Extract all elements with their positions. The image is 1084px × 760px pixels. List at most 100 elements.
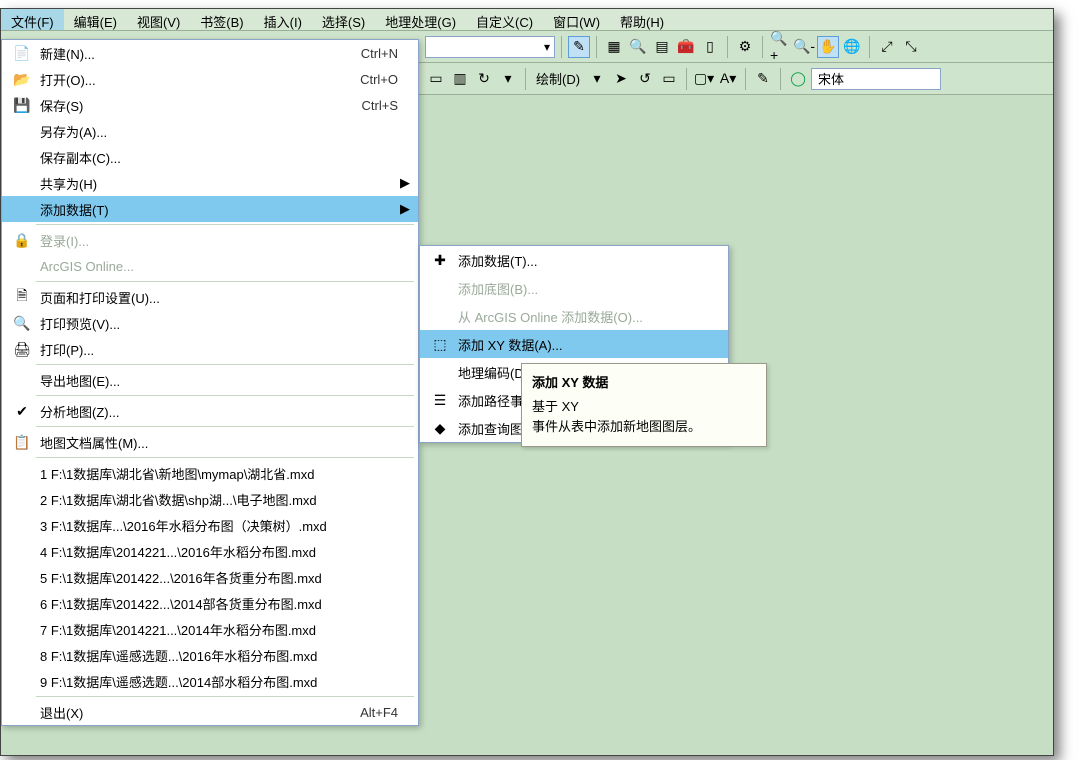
zoom-rect-icon[interactable]: ▭ xyxy=(658,68,680,90)
font-icon[interactable]: ◯ xyxy=(787,68,809,90)
recent-file[interactable]: 1 F:\1数据库\湖北省\新地图\mymap\湖北省.mxd xyxy=(2,460,418,486)
docprops-icon: 📋 xyxy=(8,434,36,451)
text-icon[interactable]: A▾ xyxy=(717,68,739,90)
recent-file[interactable]: 5 F:\1数据库\201422...\2016年各货重分布图.mxd xyxy=(2,564,418,590)
file-save-as[interactable]: 另存为(A)... xyxy=(2,118,418,144)
file-exit-shortcut: Alt+F4 xyxy=(328,705,398,720)
file-new-shortcut: Ctrl+N xyxy=(328,46,398,61)
open-icon: 📂 xyxy=(8,71,36,88)
tooltip: 添加 XY 数据 基于 XY 事件从表中添加新地图图层。 xyxy=(521,363,767,447)
recent-file[interactable]: 4 F:\1数据库\2014221...\2016年水稻分布图.mxd xyxy=(2,538,418,564)
pointer-icon[interactable]: ➤ xyxy=(610,68,632,90)
tooltip-line: 基于 XY xyxy=(532,397,756,417)
submenu-item-label: 添加数据(T)... xyxy=(454,251,722,270)
login-icon: 🔒 xyxy=(8,232,36,249)
collapse-icon[interactable]: ⤡ xyxy=(900,36,922,58)
file-arcgis-label: ArcGIS Online... xyxy=(36,259,328,274)
pause-icon[interactable]: ▾ xyxy=(497,68,519,90)
separator xyxy=(525,68,526,90)
file-menu-dropdown: 📄 新建(N)... Ctrl+N 📂 打开(O)... Ctrl+O 💾 保存… xyxy=(1,39,419,726)
file-page-setup[interactable]: 🗎 页面和打印设置(U)... xyxy=(2,284,418,310)
file-new[interactable]: 📄 新建(N)... Ctrl+N xyxy=(2,40,418,66)
file-exit[interactable]: 退出(X) Alt+F4 xyxy=(2,699,418,725)
recent-file-label: 7 F:\1数据库\2014221...\2014年水稻分布图.mxd xyxy=(36,620,412,639)
file-save-copy[interactable]: 保存副本(C)... xyxy=(2,144,418,170)
file-print[interactable]: 🖨 打印(P)... xyxy=(2,336,418,362)
recent-file[interactable]: 9 F:\1数据库\遥感选题...\2014部水稻分布图.mxd xyxy=(2,668,418,694)
zoom-in-icon[interactable]: 🔍+ xyxy=(769,36,791,58)
pan-icon[interactable]: ✋ xyxy=(817,36,839,58)
shape-icon[interactable]: ▢▾ xyxy=(693,68,715,90)
python-icon[interactable]: ▯ xyxy=(699,36,721,58)
analyze-icon: ✔ xyxy=(8,403,36,420)
edit-icon[interactable]: ✎ xyxy=(752,68,774,90)
separator xyxy=(727,36,728,58)
model-icon[interactable]: ⚙ xyxy=(734,36,756,58)
toc-icon[interactable]: ▤ xyxy=(651,36,673,58)
rotate-icon[interactable]: ↺ xyxy=(634,68,656,90)
zoom-out-icon[interactable]: 🔍- xyxy=(793,36,815,58)
file-open-shortcut: Ctrl+O xyxy=(328,72,398,87)
recent-file-label: 4 F:\1数据库\2014221...\2016年水稻分布图.mxd xyxy=(36,542,412,561)
file-save[interactable]: 💾 保存(S) Ctrl+S xyxy=(2,92,418,118)
recent-file-label: 5 F:\1数据库\201422...\2016年各货重分布图.mxd xyxy=(36,568,412,587)
search-icon[interactable]: 🔍 xyxy=(627,36,649,58)
menu-view[interactable]: 视图(V) xyxy=(127,9,190,30)
page-setup-icon: 🗎 xyxy=(8,285,36,309)
expand-icon[interactable]: ⤢ xyxy=(876,36,898,58)
file-analyze-map[interactable]: ✔ 分析地图(Z)... xyxy=(2,398,418,424)
submenu-item-label: 从 ArcGIS Online 添加数据(O)... xyxy=(454,307,722,326)
submenu-add-data[interactable]: ✚ 添加数据(T)... xyxy=(420,246,728,274)
file-add-data[interactable]: 添加数据(T) ▶ xyxy=(2,196,418,222)
refresh-icon[interactable]: ↻ xyxy=(473,68,495,90)
file-adddata-label: 添加数据(T) xyxy=(36,200,328,219)
submenu-add-xy-data[interactable]: ⬚ 添加 XY 数据(A)... xyxy=(420,330,728,358)
data-icon[interactable]: ▥ xyxy=(449,68,471,90)
separator xyxy=(686,68,687,90)
font-combo[interactable]: 宋体 xyxy=(811,68,941,90)
scale-combo[interactable]: ▾ xyxy=(425,36,555,58)
menu-geoprocess[interactable]: 地理处理(G) xyxy=(375,9,466,30)
separator xyxy=(762,36,763,58)
recent-file[interactable]: 8 F:\1数据库\遥感选题...\2016年水稻分布图.mxd xyxy=(2,642,418,668)
separator xyxy=(561,36,562,58)
menu-insert[interactable]: 插入(I) xyxy=(254,9,312,30)
file-print-preview[interactable]: 🔍 打印预览(V)... xyxy=(2,310,418,336)
menu-edit[interactable]: 编辑(E) xyxy=(64,9,127,30)
submenu-arrow-icon: ▶ xyxy=(398,175,412,191)
file-exportmap-label: 导出地图(E)... xyxy=(36,371,328,390)
menubar: 文件(F) 编辑(E) 视图(V) 书签(B) 插入(I) 选择(S) 地理处理… xyxy=(1,9,1053,31)
file-doc-props[interactable]: 📋 地图文档属性(M)... xyxy=(2,429,418,455)
draw-label[interactable]: 绘制(D) xyxy=(532,69,584,88)
menu-customize[interactable]: 自定义(C) xyxy=(466,9,543,30)
file-print-label: 打印(P)... xyxy=(36,340,328,359)
recent-file[interactable]: 2 F:\1数据库\湖北省\数据\shp湖...\电子地图.mxd xyxy=(2,486,418,512)
toolbox-icon[interactable]: 🧰 xyxy=(675,36,697,58)
file-open[interactable]: 📂 打开(O)... Ctrl+O xyxy=(2,66,418,92)
recent-file[interactable]: 7 F:\1数据库\2014221...\2014年水稻分布图.mxd xyxy=(2,616,418,642)
catalog-icon[interactable]: ▦ xyxy=(603,36,625,58)
file-login: 🔒 登录(I)... xyxy=(2,227,418,253)
menu-window[interactable]: 窗口(W) xyxy=(543,9,610,30)
tooltip-line: 事件从表中添加新地图图层。 xyxy=(532,417,756,437)
file-pagesetup-label: 页面和打印设置(U)... xyxy=(36,288,328,307)
editor-toolbar-icon[interactable]: ✎ xyxy=(568,36,590,58)
full-extent-icon[interactable]: 🌐 xyxy=(841,36,863,58)
save-icon: 💾 xyxy=(8,97,36,114)
menu-selection[interactable]: 选择(S) xyxy=(312,9,375,30)
recent-file[interactable]: 3 F:\1数据库...\2016年水稻分布图（决策树）.mxd xyxy=(2,512,418,538)
file-savecopy-label: 保存副本(C)... xyxy=(36,148,328,167)
file-share[interactable]: 共享为(H) ▶ xyxy=(2,170,418,196)
layout-icon[interactable]: ▭ xyxy=(425,68,447,90)
add-data-icon: ✚ xyxy=(426,252,454,269)
tooltip-title: 添加 XY 数据 xyxy=(532,372,756,391)
menu-bookmarks[interactable]: 书签(B) xyxy=(190,9,253,30)
menu-file[interactable]: 文件(F) xyxy=(1,9,64,30)
recent-file[interactable]: 6 F:\1数据库\201422...\2014部各货重分布图.mxd xyxy=(2,590,418,616)
submenu-add-from-online: 从 ArcGIS Online 添加数据(O)... xyxy=(420,302,728,330)
app-window: 文件(F) 编辑(E) 视图(V) 书签(B) 插入(I) 选择(S) 地理处理… xyxy=(0,8,1054,756)
file-export-map[interactable]: 导出地图(E)... xyxy=(2,367,418,393)
menu-help[interactable]: 帮助(H) xyxy=(610,9,674,30)
separator xyxy=(596,36,597,58)
draw-dropdown-icon[interactable]: ▾ xyxy=(586,68,608,90)
